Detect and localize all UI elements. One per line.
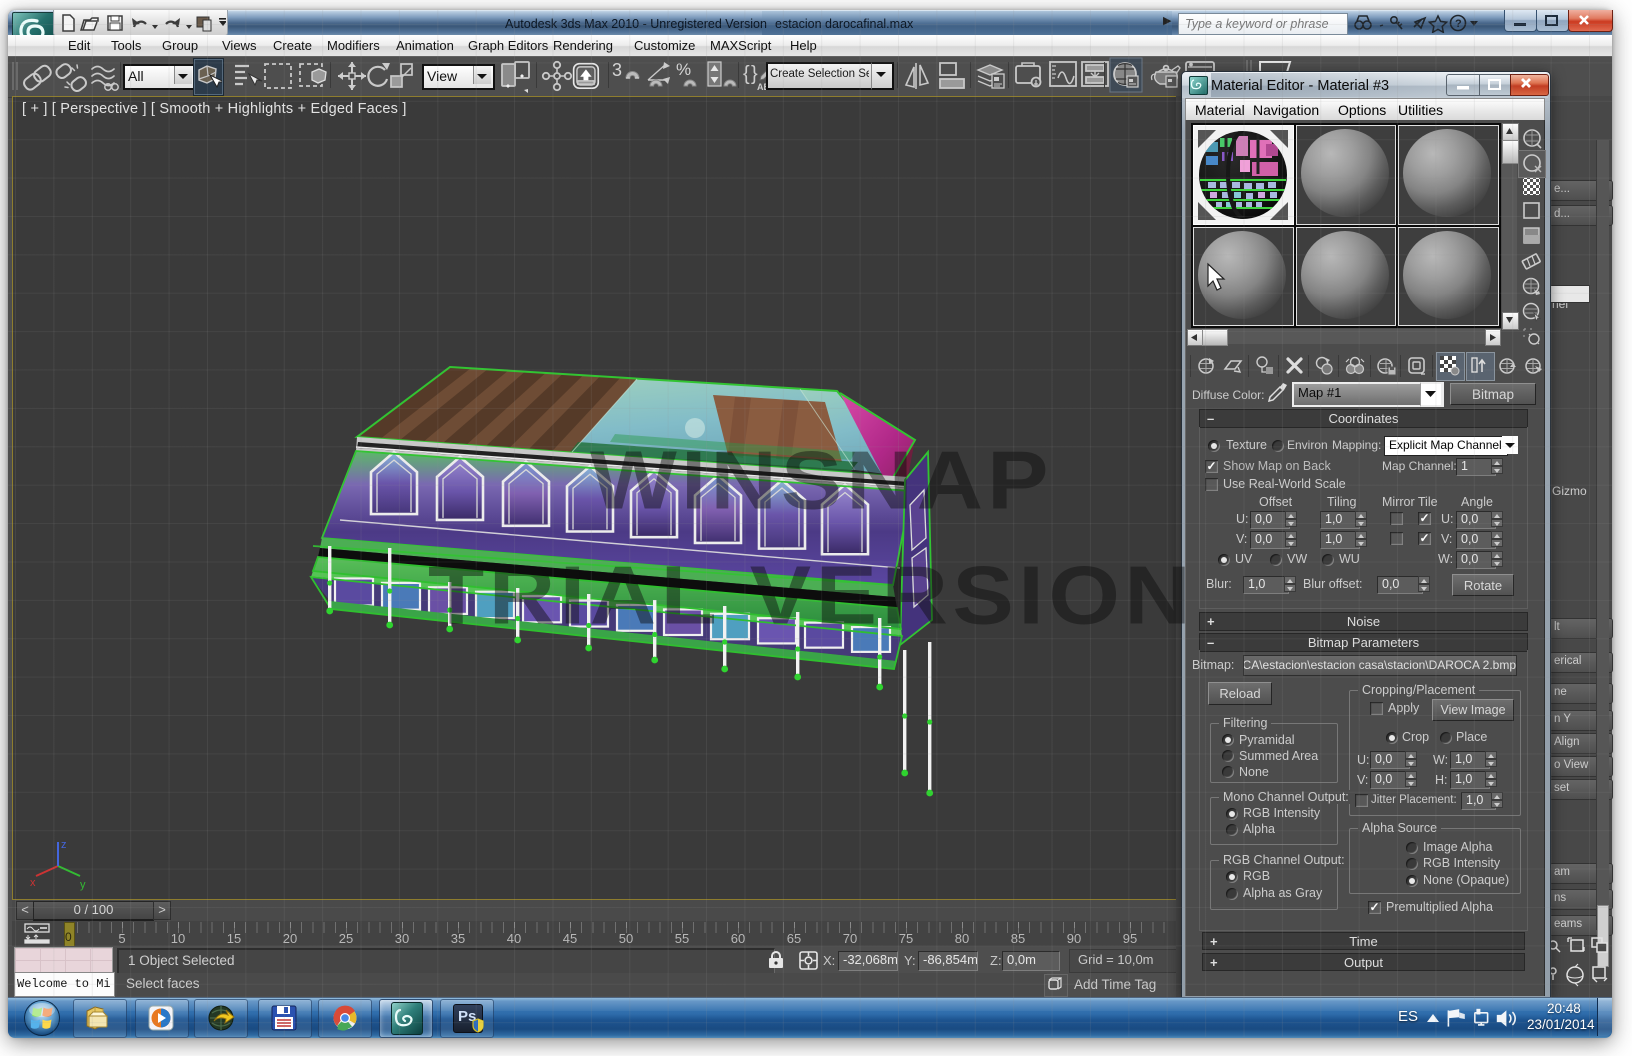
svg-text:?: ? [1455,18,1462,30]
